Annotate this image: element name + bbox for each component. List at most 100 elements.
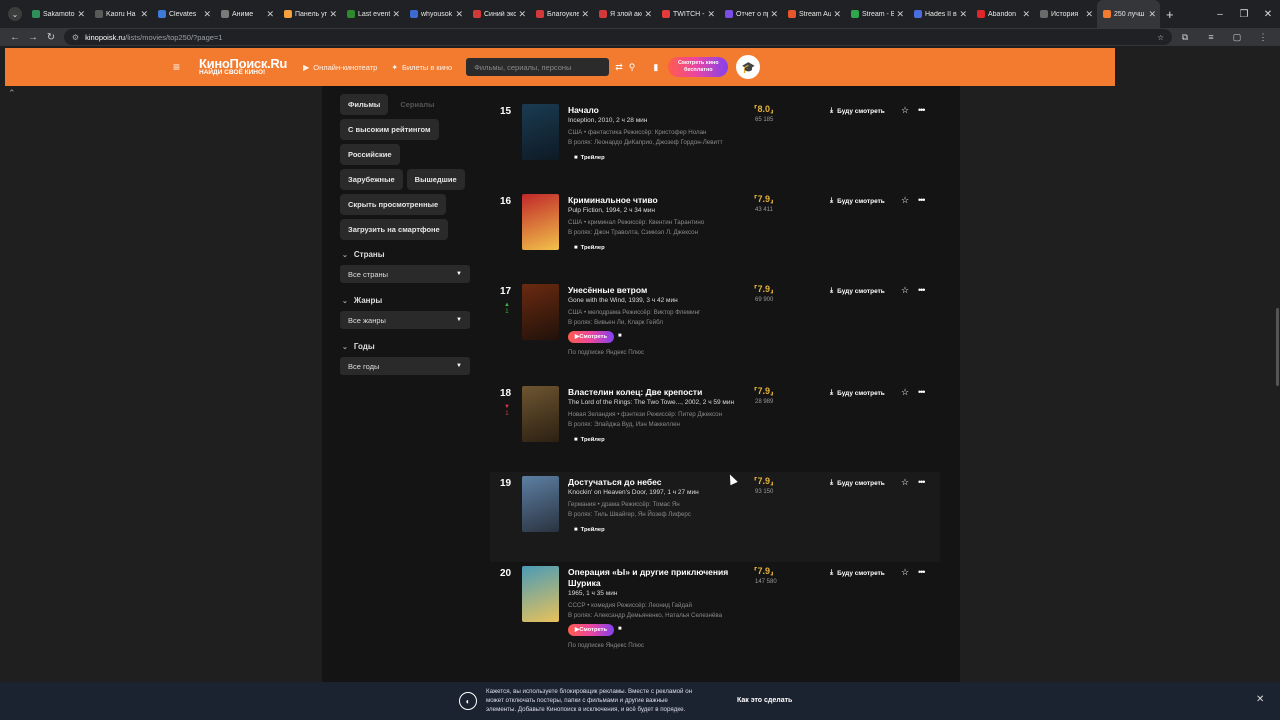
adblock-how-link[interactable]: Как это сделать (737, 697, 792, 704)
burger-menu-icon[interactable]: ≡ (173, 60, 193, 74)
countries-toggle[interactable]: ⌄ Страны (340, 250, 472, 259)
tab-close-icon[interactable]: ✕ (833, 9, 841, 20)
movie-poster[interactable] (522, 476, 559, 532)
tab-close-icon[interactable]: ✕ (455, 9, 463, 20)
maximize-icon[interactable]: ❐ (1232, 9, 1256, 20)
movie-row[interactable]: 16 Криминальное чтиво Pulp Fiction, 1994, … (490, 190, 940, 280)
countries-select[interactable]: Все страны ▼ (340, 265, 470, 283)
browser-tab[interactable]: Clevates ✕ (152, 0, 215, 28)
movie-title[interactable]: Криминальное чтиво (568, 195, 748, 206)
star-icon[interactable]: ☆ (901, 285, 909, 296)
tab-close-icon[interactable]: ✕ (1022, 9, 1030, 20)
online-cinema-link[interactable]: ▶ Онлайн-кинотеатр (303, 63, 377, 72)
tickets-link[interactable]: ✦ Билеты в кино (391, 63, 452, 72)
chevron-up-icon[interactable]: ⌃ (8, 88, 16, 99)
browser-tab[interactable]: Sakamoto ✕ (26, 0, 89, 28)
genres-select[interactable]: Все жанры ▼ (340, 311, 470, 329)
camera-icon[interactable]: ■ (618, 333, 622, 339)
close-window-icon[interactable]: ✕ (1256, 9, 1280, 20)
browser-tab[interactable]: TWITCH - ✕ (656, 0, 719, 28)
tab-close-icon[interactable]: ✕ (770, 9, 778, 20)
tab-close-icon[interactable]: ✕ (77, 9, 85, 20)
filter-download[interactable]: Загрузить на смартфоне (340, 219, 448, 240)
movie-row[interactable]: 17 ▲ 1 Унесённые ветром Gone with the Wind, … (490, 280, 940, 370)
tab-close-icon[interactable]: ✕ (392, 9, 400, 20)
movie-poster[interactable] (522, 104, 559, 160)
movie-title[interactable]: Начало (568, 105, 748, 116)
tab-close-icon[interactable]: ✕ (581, 9, 589, 20)
url-input[interactable]: ⚙ kinopoisk.ru/lists/movies/top250/?page… (63, 29, 1172, 45)
movie-title[interactable]: Унесённые ветром (568, 285, 748, 296)
tab-close-icon[interactable]: ✕ (203, 9, 211, 20)
movie-poster[interactable] (522, 194, 559, 250)
tab-search-icon[interactable]: ⌄ (8, 7, 22, 21)
star-icon[interactable]: ☆ (901, 105, 909, 116)
watch-later-button[interactable]: ⤓ Буду смотреть (830, 107, 885, 115)
filter-icon[interactable]: ⇄ (615, 62, 623, 73)
filter-hide-watched[interactable]: Скрыть просмотренные (340, 194, 447, 215)
browser-tab[interactable]: Kaoru Ha ✕ (89, 0, 152, 28)
tab-films[interactable]: Фильмы (340, 94, 389, 115)
tab-close-icon[interactable]: ✕ (1085, 9, 1093, 20)
trailer-button[interactable]: ■ Трейлер (574, 155, 605, 161)
profile-icon[interactable]: ▢ (1224, 32, 1250, 43)
years-toggle[interactable]: ⌄ Годы (340, 342, 472, 351)
browser-tab[interactable]: 250 лучш ✕ (1097, 0, 1160, 28)
watch-button[interactable]: ▶ Смотреть (568, 624, 614, 636)
tab-close-icon[interactable]: ✕ (266, 9, 274, 20)
browser-tab[interactable]: Abandon ✕ (971, 0, 1034, 28)
browser-tab[interactable]: Благоукле ✕ (530, 0, 593, 28)
user-avatar[interactable]: 🎓 (736, 55, 761, 79)
movie-row[interactable]: 19 Достучаться до небес Knockin' on Heaven… (490, 472, 940, 562)
trailer-button[interactable]: ■ Трейлер (574, 245, 605, 251)
more-icon[interactable]: ••• (918, 477, 926, 487)
browser-tab[interactable]: Я злой ако ✕ (593, 0, 656, 28)
browser-tab[interactable]: Панель уп ✕ (278, 0, 341, 28)
media-icon[interactable]: ≡ (1198, 32, 1224, 43)
new-tab-icon[interactable]: + (1166, 7, 1174, 22)
years-select[interactable]: Все годы ▼ (340, 357, 470, 375)
browser-tab[interactable]: Аниме ✕ (215, 0, 278, 28)
movie-poster[interactable] (522, 566, 559, 622)
star-icon[interactable]: ☆ (901, 387, 909, 398)
watch-free-button[interactable]: Смотреть кино бесплатно (668, 57, 729, 77)
back-icon[interactable]: ← (6, 32, 24, 43)
more-icon[interactable]: ••• (918, 195, 926, 205)
more-icon[interactable]: ••• (918, 387, 926, 397)
watch-later-button[interactable]: ⤓ Буду смотреть (830, 389, 885, 397)
movie-title[interactable]: Властелин колец: Две крепости (568, 387, 748, 398)
page-scrollbar[interactable] (1276, 308, 1279, 386)
tab-series[interactable]: Сериалы (392, 94, 442, 115)
browser-tab[interactable]: Синий экс ✕ (467, 0, 530, 28)
tab-close-icon[interactable]: ✕ (140, 9, 148, 20)
tab-close-icon[interactable]: ✕ (1148, 9, 1156, 20)
more-icon[interactable]: ••• (918, 567, 926, 577)
browser-tab[interactable]: whyousok ✕ (404, 0, 467, 28)
forward-icon[interactable]: → (24, 32, 42, 43)
bookmark-icon[interactable]: ▮ (653, 62, 658, 73)
filter-high-rating[interactable]: С высоким рейтингом (340, 119, 439, 140)
search-input[interactable]: Фильмы, сериалы, персоны (466, 58, 610, 76)
trailer-button[interactable]: ■ Трейлер (574, 437, 605, 443)
movie-title[interactable]: Операция «Ы» и другие приключения Шурика (568, 567, 748, 589)
star-icon[interactable]: ☆ (901, 567, 909, 578)
watch-later-button[interactable]: ⤓ Буду смотреть (830, 197, 885, 205)
watch-button[interactable]: ▶ Смотреть (568, 331, 614, 343)
watch-later-button[interactable]: ⤓ Буду смотреть (830, 479, 885, 487)
star-icon[interactable]: ☆ (901, 477, 909, 488)
movie-poster[interactable] (522, 284, 559, 340)
filter-russian[interactable]: Российские (340, 144, 400, 165)
menu-icon[interactable]: ⋮ (1250, 32, 1276, 43)
movie-row[interactable]: 20 Операция «Ы» и другие приключения Шури… (490, 562, 940, 652)
tab-close-icon[interactable]: ✕ (707, 9, 715, 20)
more-icon[interactable]: ••• (918, 285, 926, 295)
minimize-icon[interactable]: – (1208, 9, 1232, 20)
watch-later-button[interactable]: ⤓ Буду смотреть (830, 287, 885, 295)
close-icon[interactable]: ✕ (1256, 694, 1264, 705)
extensions-icon[interactable]: ⧉ (1172, 32, 1198, 43)
genres-toggle[interactable]: ⌄ Жанры (340, 296, 472, 305)
search-icon[interactable]: ⚲ (629, 62, 636, 73)
star-icon[interactable]: ☆ (901, 195, 909, 206)
tab-close-icon[interactable]: ✕ (896, 9, 904, 20)
browser-tab[interactable]: Last event ✕ (341, 0, 404, 28)
